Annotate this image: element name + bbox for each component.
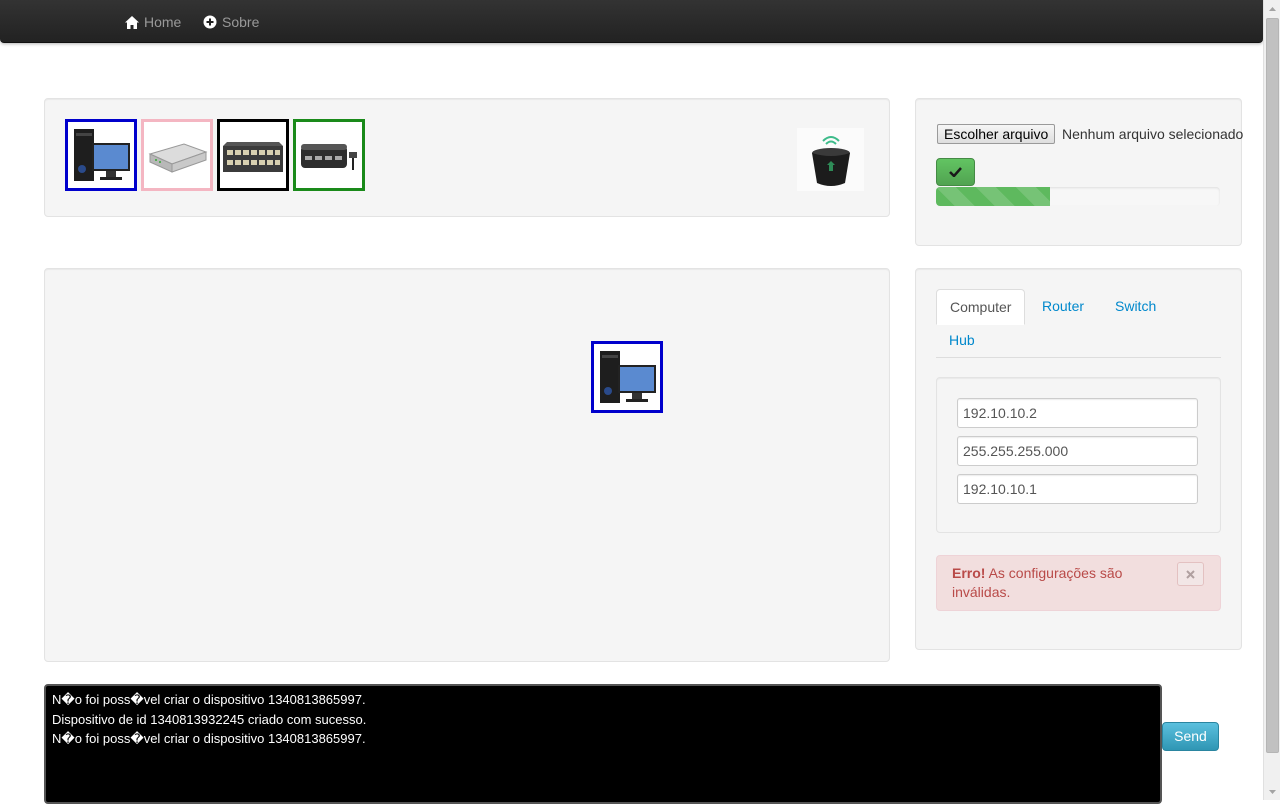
scroll-up-arrow-icon[interactable] <box>1264 0 1280 17</box>
console-line: Dispositivo de id 1340813932245 criado c… <box>52 711 367 727</box>
nav-sobre-link[interactable]: Sobre <box>203 12 259 32</box>
trash-bin-icon[interactable] <box>797 128 864 191</box>
canvas-computer-node[interactable] <box>591 341 663 413</box>
close-icon <box>1186 566 1195 582</box>
tab-switch[interactable]: Switch <box>1102 289 1169 325</box>
palette-hub-device[interactable] <box>293 119 365 191</box>
tab-router[interactable]: Router <box>1029 289 1097 325</box>
router-icon <box>146 130 208 180</box>
nav-home-label: Home <box>144 14 182 30</box>
send-button[interactable]: Send <box>1162 722 1219 751</box>
gateway-field[interactable]: 192.10.10.1 <box>957 474 1198 504</box>
vertical-scrollbar[interactable] <box>1263 0 1280 800</box>
palette-router-device[interactable] <box>141 119 213 191</box>
subnet-mask-field[interactable]: 255.255.255.000 <box>957 436 1198 466</box>
choose-file-button[interactable]: Escolher arquivo <box>937 124 1056 144</box>
upload-confirm-button[interactable] <box>936 158 975 186</box>
tab-computer[interactable]: Computer <box>936 289 1026 325</box>
upload-progress-fill <box>936 187 1050 206</box>
ip-address-field[interactable]: 192.10.10.2 <box>957 398 1198 428</box>
network-canvas[interactable] <box>44 268 890 662</box>
scroll-thumb[interactable] <box>1266 18 1279 753</box>
hub-icon <box>297 130 361 180</box>
plus-circle-icon <box>203 15 217 29</box>
nav-sobre-label: Sobre <box>222 14 260 30</box>
console-line: N�o foi poss�vel criar o dispositivo 134… <box>52 731 366 746</box>
top-navbar: Home Sobre <box>0 0 1263 43</box>
scroll-down-arrow-icon[interactable] <box>1264 783 1280 800</box>
upload-progress <box>936 187 1220 206</box>
checkmark-icon <box>949 164 962 180</box>
console-line: N�o foi poss�vel criar o dispositivo 134… <box>52 692 366 707</box>
computer-icon <box>596 347 658 407</box>
home-icon <box>125 15 139 29</box>
switch-icon <box>221 130 285 180</box>
tab-hub[interactable]: Hub <box>936 323 988 359</box>
alert-title: Erro! <box>952 565 986 581</box>
nav-home-link[interactable]: Home <box>125 12 181 32</box>
alert-close-button[interactable] <box>1177 562 1204 586</box>
file-status-text: Nenhum arquivo selecionado <box>1062 126 1244 142</box>
console-log[interactable]: N�o foi poss�vel criar o dispositivo 134… <box>44 684 1162 804</box>
palette-switch-device[interactable] <box>217 119 289 191</box>
computer-icon <box>70 125 132 185</box>
palette-computer-device[interactable] <box>65 119 137 191</box>
